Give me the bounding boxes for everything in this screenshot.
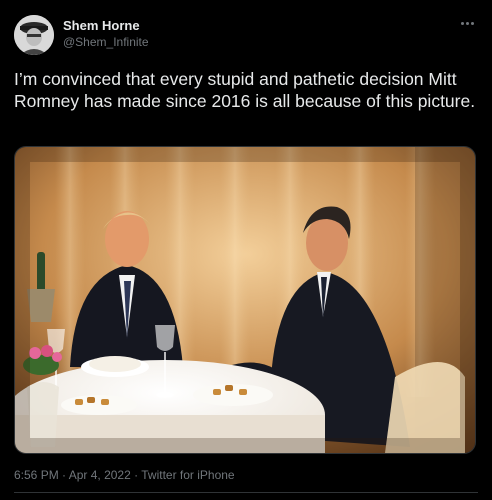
tweet-time[interactable]: 6:56 PM <box>14 468 59 482</box>
avatar-image <box>14 15 54 55</box>
author-handle[interactable]: @Shem_Infinite <box>63 35 149 49</box>
tweet-metadata: 6:56 PM · Apr 4, 2022 · Twitter for iPho… <box>14 468 235 482</box>
more-options-icon[interactable] <box>458 16 476 30</box>
tweet: Shem Horne @Shem_Infinite I’m convinced … <box>0 0 492 500</box>
dot-icon <box>460 21 464 25</box>
separator: · <box>62 468 67 482</box>
tweet-date[interactable]: Apr 4, 2022 <box>69 468 131 482</box>
tweet-source[interactable]: Twitter for iPhone <box>141 468 234 482</box>
separator: · <box>134 468 139 482</box>
dot-icon <box>465 21 469 25</box>
dot-icon <box>470 21 474 25</box>
author-name[interactable]: Shem Horne <box>63 18 140 33</box>
divider <box>14 492 478 493</box>
tweet-photo[interactable] <box>14 146 476 454</box>
avatar[interactable] <box>14 15 54 55</box>
dinner-photo <box>15 147 475 453</box>
tweet-text: I’m convinced that every stupid and path… <box>14 69 476 111</box>
